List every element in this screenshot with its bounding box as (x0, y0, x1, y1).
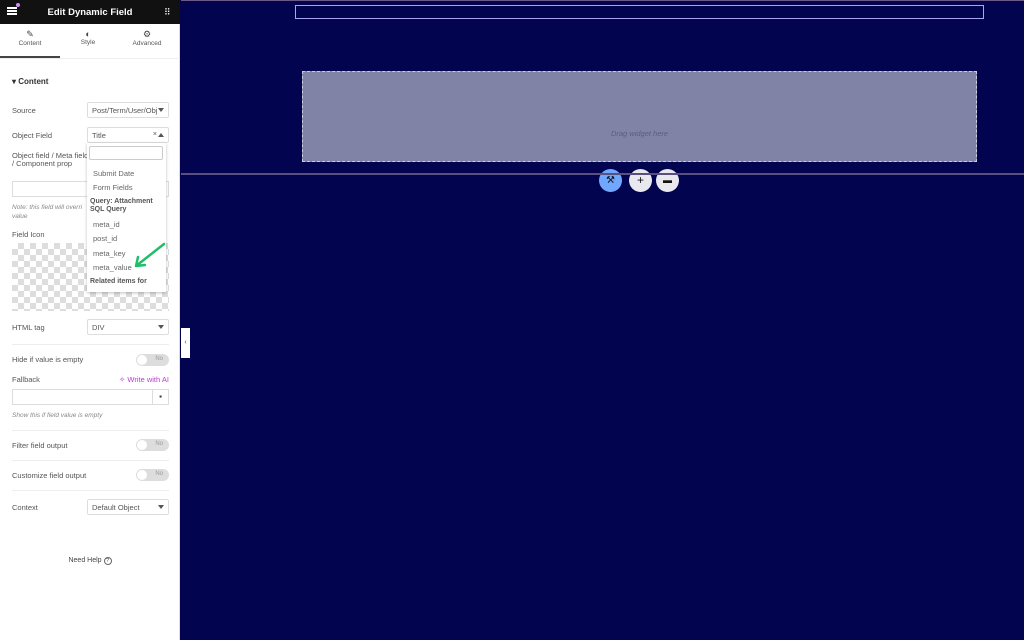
panel-header: Edit Dynamic Field ⠿ (0, 0, 180, 24)
html-tag-select[interactable]: DIV (87, 319, 169, 335)
customize-label: Customize field output (12, 471, 87, 480)
filter-label: Filter field output (12, 441, 68, 450)
chevron-down-icon (158, 505, 164, 509)
customize-toggle[interactable]: No (136, 469, 169, 481)
fallback-label: Fallback (12, 375, 40, 384)
object-field-select[interactable]: Title × (87, 127, 169, 143)
tab-style[interactable]: ◐ Style (58, 24, 118, 56)
dropdown-option[interactable]: Submit Date (93, 169, 134, 178)
select-value: Title (92, 131, 106, 140)
selected-widget-outline[interactable] (295, 5, 984, 19)
fallback-hint: Show this if field value is empty (12, 412, 103, 419)
fallback-input[interactable]: ▪ (12, 389, 169, 405)
context-label: Context (12, 503, 38, 512)
write-with-ai-button[interactable]: ✧ Write with AI (119, 375, 169, 384)
object-field-label: Object Field (12, 131, 53, 140)
field-icon-label: Field Icon (12, 230, 45, 239)
canvas: ⚒ + ▬ Drag widget here (181, 0, 1024, 640)
apps-grid-icon[interactable]: ⠿ (164, 7, 171, 18)
dropdown-search-input[interactable] (89, 146, 163, 160)
annotation-arrow-icon (134, 242, 166, 268)
question-icon: ? (103, 557, 112, 565)
tab-content[interactable]: ✎ Content (0, 24, 60, 56)
gear-icon: ⚙ (142, 29, 152, 39)
note-text: Note: this field will overri value (12, 204, 83, 220)
section-divider (181, 173, 1024, 175)
tab-label: Content (18, 40, 42, 47)
panel-title: Edit Dynamic Field (47, 7, 133, 18)
hide-empty-toggle[interactable]: No (136, 354, 169, 366)
editor-panel: Edit Dynamic Field ⠿ ✎ Content ◐ Style ⚙ Ad… (0, 0, 180, 640)
tab-label: Style (80, 39, 96, 46)
dropdown-option[interactable]: meta_value (93, 263, 132, 272)
dropdown-option[interactable]: Form Fields (93, 183, 133, 192)
context-select[interactable]: Default Object (87, 499, 169, 515)
filter-toggle[interactable]: No (136, 439, 169, 451)
select-value: DIV (92, 323, 105, 332)
chevron-up-icon (158, 133, 164, 137)
help-label: Need Help (68, 557, 102, 564)
select-value: Post/Term/User/Obj (92, 106, 158, 115)
dynamic-tags-icon[interactable]: ▪ (152, 390, 168, 404)
empty-drop-zone[interactable]: ⚒ + ▬ Drag widget here (302, 71, 977, 192)
hide-empty-label: Hide if value is empty (12, 355, 84, 364)
dropdown-group-label: Related items for (90, 278, 147, 285)
toggle-state: No (155, 471, 163, 477)
chevron-down-icon (158, 325, 164, 329)
dropdown-option[interactable]: meta_id (93, 220, 120, 229)
dropdown-group-label: Query: Attachment SQL Query (90, 198, 153, 213)
select-value: Default Object (92, 503, 140, 512)
section-title: Content (18, 77, 49, 86)
drag-widget-hint: Drag widget here (610, 129, 669, 138)
html-tag-label: HTML tag (12, 323, 45, 332)
section-toggle-content[interactable]: ▾ Content (12, 77, 48, 86)
tab-label: Advanced (132, 40, 162, 47)
source-label: Source (12, 106, 36, 115)
contrast-icon: ◐ (85, 29, 91, 39)
clear-icon[interactable]: × (153, 131, 157, 138)
toggle-state: No (155, 441, 163, 447)
dropdown-option[interactable]: post_id (93, 234, 117, 243)
pencil-icon: ✎ (26, 29, 34, 39)
meta-field-label: Object field / Meta field / Component pr… (12, 151, 89, 168)
chevron-down-icon (158, 108, 164, 112)
toggle-state: No (155, 356, 163, 362)
need-help-link[interactable]: Need Help ? (0, 557, 180, 565)
dropdown-option[interactable]: meta_key (93, 249, 126, 258)
tab-advanced[interactable]: ⚙ Advanced (117, 24, 177, 56)
source-select[interactable]: Post/Term/User/Obj (87, 102, 169, 118)
ai-label: Write with AI (127, 375, 169, 384)
